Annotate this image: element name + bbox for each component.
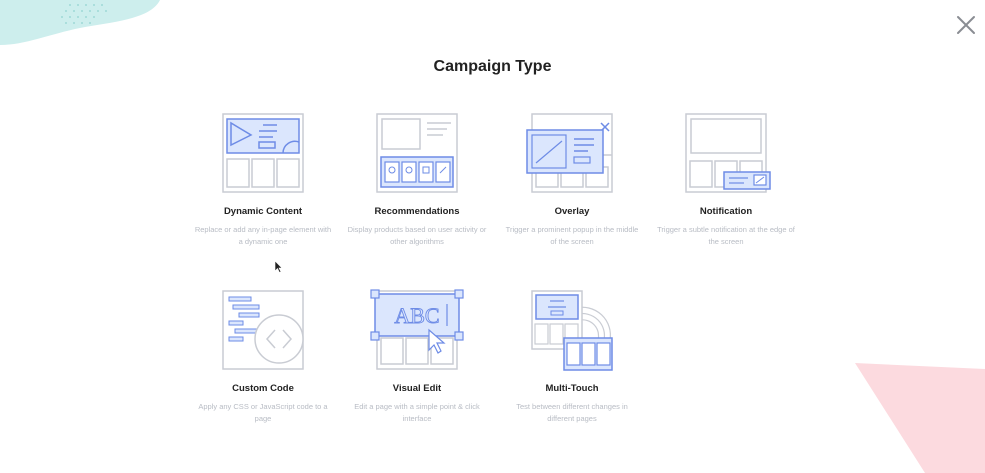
sample-text: ABC: [394, 303, 439, 328]
card-title: Visual Edit: [392, 383, 442, 394]
card-description: Test between different changes in differ…: [516, 402, 628, 423]
campaign-type-visual-edit[interactable]: ABC Visual Edit Edit a page with a simpl…: [342, 288, 492, 425]
card-title: Dynamic Content: [223, 206, 303, 217]
dynamic-content-icon: [222, 113, 304, 193]
bottom-right-decoration: [855, 363, 985, 473]
recommendations-icon: [376, 113, 458, 193]
close-button[interactable]: [952, 11, 980, 39]
card-title: Notification: [699, 206, 753, 217]
card-title: Multi-Touch: [545, 383, 599, 394]
card-description: Trigger a subtle notification at the edg…: [657, 225, 795, 246]
card-description: Display products based on user activity …: [347, 225, 487, 246]
mouse-cursor-icon: [275, 261, 283, 273]
notification-icon: [685, 113, 771, 193]
card-title: Custom Code: [232, 383, 294, 394]
card-description: Replace or add any in-page element with …: [194, 225, 332, 246]
card-title: Recommendations: [374, 206, 460, 217]
multi-touch-icon: [531, 290, 613, 371]
campaign-type-recommendations[interactable]: Recommendations Display products based o…: [342, 111, 492, 248]
campaign-type-dynamic-content[interactable]: Dynamic Content Replace or add any in-pa…: [188, 111, 338, 248]
campaign-type-multi-touch[interactable]: Multi-Touch Test between different chang…: [497, 288, 647, 425]
top-left-decoration: [0, 0, 160, 45]
visual-edit-icon: ABC: [370, 289, 464, 370]
overlay-icon: [526, 113, 613, 193]
card-description: Edit a page with a simple point & click …: [354, 402, 480, 423]
card-description: Trigger a prominent popup in the middle …: [505, 225, 639, 246]
card-description: Apply any CSS or JavaScript code to a pa…: [198, 402, 328, 423]
custom-code-icon: [222, 290, 304, 370]
page-title: Campaign Type: [433, 58, 552, 75]
close-icon: [957, 16, 975, 34]
campaign-type-notification[interactable]: Notification Trigger a subtle notificati…: [651, 111, 801, 248]
campaign-type-custom-code[interactable]: Custom Code Apply any CSS or JavaScript …: [188, 288, 338, 425]
card-title: Overlay: [554, 206, 590, 217]
campaign-type-overlay[interactable]: Overlay Trigger a prominent popup in the…: [497, 111, 647, 248]
